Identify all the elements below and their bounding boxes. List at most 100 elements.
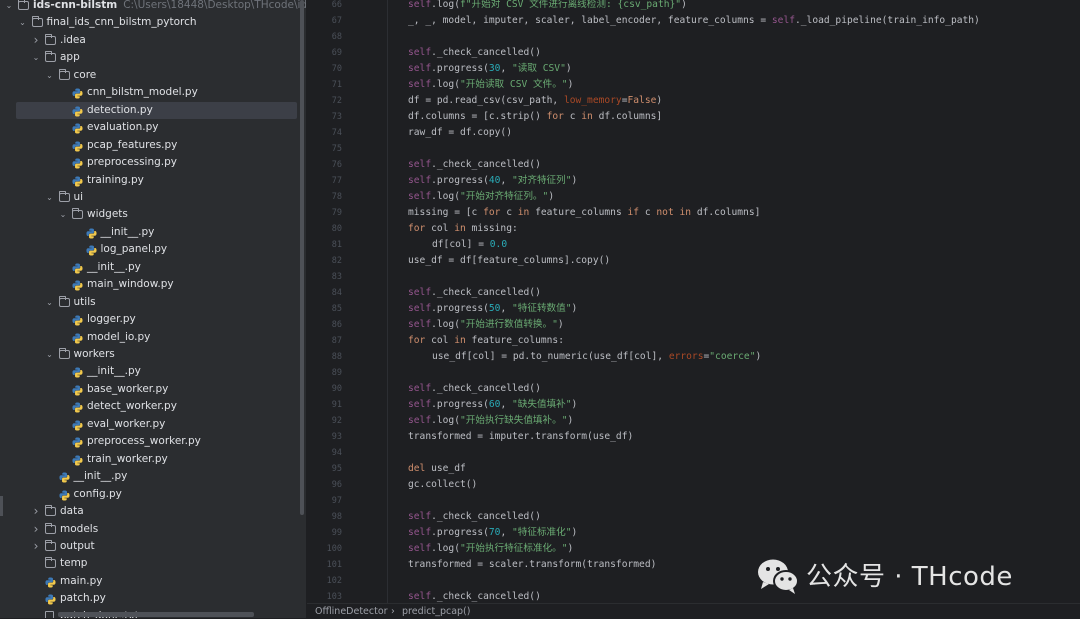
chevron-right-icon[interactable]: › <box>31 503 41 520</box>
tree-folder[interactable]: › .idea <box>0 32 306 49</box>
chevron-down-icon[interactable]: ⌄ <box>4 0 14 14</box>
chevron-down-icon[interactable]: ⌄ <box>45 294 55 311</box>
tree-file[interactable]: __init__.py <box>0 468 306 485</box>
tree-file[interactable]: cnn_bilstm_model.py <box>0 84 306 101</box>
code-line[interactable]: self.log("开始执行特征标准化。") <box>408 541 573 557</box>
tree-file[interactable]: __init__.py <box>0 363 306 380</box>
tree-file[interactable]: train_worker.py <box>0 451 306 468</box>
tree-folder[interactable]: ⌄ widgets <box>0 206 306 223</box>
tree-file[interactable]: training.py <box>0 172 306 189</box>
tree-vertical-scrollbar[interactable] <box>300 0 304 515</box>
code-line[interactable]: self.log("开始读取 CSV 文件。") <box>408 77 573 93</box>
code-line[interactable]: del use_df <box>408 461 466 477</box>
code-line[interactable]: for col in missing: <box>408 221 518 237</box>
tree-folder[interactable]: ⌄ workers <box>0 346 306 363</box>
tree-folder[interactable]: › data <box>0 503 306 520</box>
code-token: .progress( <box>431 527 489 538</box>
breadcrumb-method[interactable]: predict_pcap() <box>402 604 470 619</box>
tree-folder[interactable]: › models <box>0 521 306 538</box>
tree-file[interactable]: pcap_features.py <box>0 137 306 154</box>
code-line[interactable]: self.progress(30, "读取 CSV") <box>408 61 572 77</box>
code-line[interactable]: raw_df = df.copy() <box>408 125 512 141</box>
selection-highlight <box>16 101 297 119</box>
code-line[interactable]: self.log(f"开始对 CSV 文件进行离线检测: {csv_path}"… <box>408 0 687 13</box>
tree-file[interactable]: patch.py <box>0 590 306 607</box>
tree-folder[interactable]: temp <box>0 555 306 572</box>
tree-file[interactable]: detect_worker.py <box>0 398 306 415</box>
tool-window-edge-handle[interactable] <box>0 496 3 516</box>
code-token: in <box>581 111 593 122</box>
code-line[interactable]: self._check_cancelled() <box>408 589 541 603</box>
tree-file[interactable]: log_panel.py <box>0 241 306 258</box>
chevron-down-icon[interactable]: ⌄ <box>31 49 41 66</box>
chevron-down-icon[interactable]: ⌄ <box>58 206 68 223</box>
code-line[interactable]: self.log("开始进行数值转换。") <box>408 317 564 333</box>
code-line[interactable]: self.progress(40, "对齐特征列") <box>408 173 577 189</box>
tree-file[interactable]: model_io.py <box>0 329 306 346</box>
line-number: 83 <box>331 272 342 282</box>
code-line[interactable]: self._check_cancelled() <box>408 381 541 397</box>
chevron-down-icon[interactable]: ⌄ <box>18 14 28 31</box>
code-line[interactable]: self.progress(70, "特征标准化") <box>408 525 577 541</box>
tree-folder[interactable]: ⌄ final_ids_cnn_bilstm_pytorch <box>0 14 306 31</box>
line-number: 67 <box>331 16 342 26</box>
tree-file[interactable]: evaluation.py <box>0 119 306 136</box>
code-line[interactable]: _, _, model, imputer, scaler, label_enco… <box>408 13 980 29</box>
tree-file[interactable]: base_worker.py <box>0 381 306 398</box>
code-line[interactable]: self.progress(50, "特征转数值") <box>408 301 577 317</box>
code-line[interactable]: self.log("开始执行缺失值填补。") <box>408 413 573 429</box>
code-line[interactable]: transformed = scaler.transform(transform… <box>408 557 656 573</box>
tree-item-label: __init__.py <box>74 468 128 485</box>
code-line[interactable]: df.columns = [c.strip() for c in df.colu… <box>408 109 662 125</box>
tree-file[interactable]: __init__.py <box>0 259 306 276</box>
chevron-down-icon[interactable]: ⌄ <box>45 189 55 206</box>
tree-file[interactable]: main_window.py <box>0 276 306 293</box>
code-line[interactable]: self.progress(60, "缺失值填补") <box>408 397 577 413</box>
code-line[interactable]: self._check_cancelled() <box>408 157 541 173</box>
tree-file[interactable]: preprocessing.py <box>0 154 306 171</box>
tree-folder[interactable]: ⌄ utils <box>0 294 306 311</box>
code-line[interactable]: for col in feature_columns: <box>408 333 564 349</box>
tree-folder[interactable]: ⌄ core <box>0 67 306 84</box>
code-token: .log( <box>431 319 460 330</box>
tree-file[interactable]: detection.py <box>0 101 306 119</box>
tree-file[interactable]: __init__.py <box>0 224 306 241</box>
code-line[interactable]: gc.collect() <box>408 477 477 493</box>
tree-file[interactable]: config.py <box>0 486 306 503</box>
code-line[interactable]: use_df[col] = pd.to_numeric(use_df[col],… <box>432 349 761 365</box>
line-number: 69 <box>331 48 342 58</box>
tree-file[interactable]: preprocess_worker.py <box>0 433 306 450</box>
code-line[interactable]: df = pd.read_csv(csv_path, low_memory=Fa… <box>408 93 662 109</box>
code-token: ._check_cancelled() <box>431 383 541 394</box>
chevron-right-icon[interactable]: › <box>31 521 41 538</box>
project-tree[interactable]: ⌄ ids-cnn-bilstm C:\Users\18448\Desktop\TH… <box>0 0 307 618</box>
chevron-down-icon[interactable]: ⌄ <box>45 67 55 84</box>
code-line[interactable]: missing = [c for c in feature_columns if… <box>408 205 760 221</box>
code-line[interactable]: self._check_cancelled() <box>408 285 541 301</box>
tree-folder[interactable]: ⌄ app <box>0 49 306 66</box>
tree-file[interactable]: main.py <box>0 573 306 590</box>
project-path-hint: C:\Users\18448\Desktop\THcode\ids-cnn- <box>123 0 306 11</box>
chevron-down-icon[interactable]: ⌄ <box>45 346 55 363</box>
code-line[interactable]: self.log("开始对齐特征列。") <box>408 189 554 205</box>
tree-item-text: detection.py <box>87 103 153 116</box>
code-line[interactable]: df[col] = 0.0 <box>432 237 507 253</box>
code-token: transformed = imputer.transform(use_df) <box>408 431 634 442</box>
tree-folder[interactable]: ⌄ ids-cnn-bilstm C:\Users\18448\Desktop\TH… <box>0 0 306 14</box>
tree-horizontal-scrollbar[interactable] <box>58 612 254 617</box>
tree-file[interactable]: logger.py <box>0 311 306 328</box>
breadcrumb-class[interactable]: OfflineDetector <box>315 604 388 619</box>
folder-icon <box>45 522 56 534</box>
chevron-right-icon[interactable]: › <box>31 538 41 555</box>
folder-icon <box>58 190 70 202</box>
tree-folder[interactable]: ⌄ ui <box>0 189 306 206</box>
chevron-right-icon[interactable]: › <box>31 32 41 49</box>
code-line[interactable]: self._check_cancelled() <box>408 509 541 525</box>
code-line[interactable]: self._check_cancelled() <box>408 45 541 61</box>
code-editor[interactable]: 66 67 68 69 70 71 72 73 74 75 76 77 78 79 80 81 82 83 84 85… <box>307 0 1080 603</box>
tree-folder[interactable]: › output <box>0 538 306 555</box>
tree-file[interactable]: eval_worker.py <box>0 416 306 433</box>
code-line[interactable]: use_df = df[feature_columns].copy() <box>408 253 610 269</box>
tree-item-text: models <box>60 522 99 535</box>
code-line[interactable]: transformed = imputer.transform(use_df) <box>408 429 633 445</box>
